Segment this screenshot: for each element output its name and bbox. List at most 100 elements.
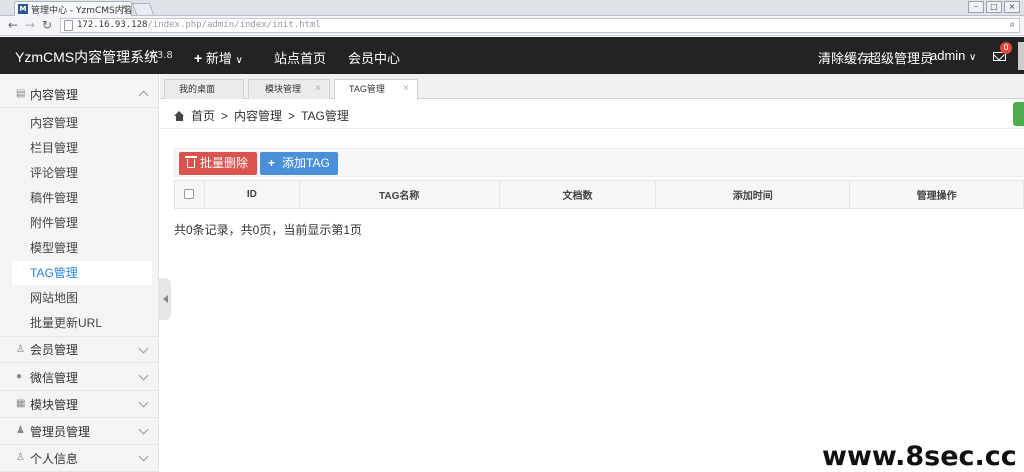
page-tabs: 我的桌面 模块管理 × TAG管理 ×	[160, 74, 1024, 100]
version-label: V3.8	[150, 50, 173, 61]
wechat-icon: ●	[16, 371, 23, 382]
breadcrumb-separator: >	[221, 108, 229, 123]
new-menu[interactable]: + 新增 ∨	[194, 48, 243, 67]
sidebar-group-label: 微信管理	[30, 370, 79, 385]
close-icon[interactable]: ×	[315, 80, 321, 98]
tab-label: 我的桌面	[179, 84, 216, 94]
chevron-up-icon	[138, 90, 149, 101]
column-header-actions: 管理操作	[849, 180, 1024, 209]
grid-icon: ▦	[16, 398, 26, 409]
window-controls: – □ ×	[968, 1, 1020, 13]
top-navbar: YzmCMS内容管理系统 V3.8 + 新增 ∨ 站点首页 会员中心 清除缓存 …	[0, 37, 1024, 74]
trash-icon	[185, 156, 197, 168]
chevron-down-icon	[138, 424, 149, 435]
user-menu[interactable]: admin ∨	[930, 48, 976, 63]
back-icon[interactable]: ←	[8, 18, 18, 32]
window-close-icon[interactable]: ×	[1004, 1, 1020, 13]
table-header-row: ID TAG名称 文档数 添加时间 管理操作	[174, 180, 1024, 209]
breadcrumb: 首页 > 内容管理 > TAG管理	[174, 107, 349, 124]
tab-module[interactable]: 模块管理 ×	[248, 79, 330, 99]
scrollbar[interactable]	[1018, 42, 1024, 70]
tag-table: ID TAG名称 文档数 添加时间 管理操作	[174, 180, 1024, 209]
sidebar-item-draft[interactable]: 稿件管理	[12, 186, 152, 210]
divider	[160, 128, 1024, 129]
url-path: /index.php/admin/index/init.html	[147, 20, 321, 30]
tab-tag[interactable]: TAG管理 ×	[334, 79, 418, 100]
chevron-down-icon	[138, 370, 149, 381]
select-all-cell	[174, 180, 205, 209]
select-all-checkbox[interactable]	[184, 189, 195, 200]
message-count-badge: 0	[1000, 42, 1012, 54]
column-header-id[interactable]: ID	[203, 180, 300, 209]
breadcrumb-home[interactable]: 首页	[191, 107, 215, 124]
site-home-link[interactable]: 站点首页	[274, 48, 326, 67]
tab-label: TAG管理	[349, 84, 385, 94]
tab-desktop[interactable]: 我的桌面	[164, 79, 244, 99]
app-logo[interactable]: YzmCMS内容管理系统	[15, 47, 158, 67]
new-menu-label: 新增	[205, 51, 232, 66]
sidebar: ▤ 内容管理 内容管理 栏目管理 评论管理 稿件管理 附件管理 模型管理 TAG…	[0, 74, 159, 472]
sidebar-item-model[interactable]: 模型管理	[12, 236, 152, 260]
clear-cache-link[interactable]: 清除缓存	[818, 48, 870, 67]
column-header-doc-count[interactable]: 文档数	[498, 180, 657, 209]
zoom-icon[interactable]: ⌕	[1009, 19, 1015, 32]
sidebar-item-category[interactable]: 栏目管理	[12, 136, 152, 160]
new-tab-button[interactable]	[131, 3, 155, 15]
sidebar-group-label: 个人信息	[30, 451, 79, 466]
sidebar-item-tag[interactable]: TAG管理	[12, 261, 152, 285]
column-header-tag-name[interactable]: TAG名称	[298, 180, 500, 209]
member-center-link[interactable]: 会员中心	[348, 48, 400, 67]
home-icon	[174, 110, 185, 121]
add-tag-label: 添加TAG	[282, 156, 330, 170]
pagination-summary: 共0条记录，共0页，当前显示第1页	[174, 223, 363, 237]
breadcrumb-content[interactable]: 内容管理	[234, 107, 282, 124]
reload-icon[interactable]: ↻	[42, 18, 52, 32]
sidebar-group-label: 管理员管理	[30, 424, 91, 439]
breadcrumb-separator: >	[288, 108, 296, 123]
browser-tabstrip: M 管理中心 - YzmCMS内容管 × – □ ×	[0, 0, 1024, 16]
column-header-add-time[interactable]: 添加时间	[655, 180, 851, 209]
batch-delete-button[interactable]: 批量删除	[179, 152, 257, 175]
sidebar-item-update-url[interactable]: 批量更新URL	[12, 311, 152, 335]
maximize-icon[interactable]: □	[986, 1, 1002, 13]
sidebar-group-admin[interactable]: ♟ 管理员管理	[0, 418, 159, 445]
user-icon: ♙	[16, 343, 25, 355]
watermark: www.8sec.cc	[822, 441, 1017, 472]
sidebar-item-content[interactable]: 内容管理	[12, 111, 152, 135]
url-input[interactable]: 172.16.93.128/index.php/admin/index/init…	[60, 18, 1020, 33]
url-host: 172.16.93.128	[77, 20, 148, 30]
chevron-down-icon	[138, 451, 149, 462]
sidebar-item-sitemap[interactable]: 网站地图	[12, 286, 152, 310]
sidebar-group-wechat[interactable]: ● 微信管理	[0, 364, 159, 391]
sidebar-item-attachment[interactable]: 附件管理	[12, 211, 152, 235]
chevron-down-icon: ∨	[235, 55, 243, 66]
plus-icon: +	[268, 156, 276, 170]
sidebar-group-content[interactable]: ▤ 内容管理	[0, 81, 159, 108]
list-icon: ▤	[16, 88, 26, 99]
add-tag-button[interactable]: + 添加TAG	[260, 152, 338, 175]
refresh-button[interactable]	[1013, 102, 1024, 126]
batch-delete-label: 批量删除	[200, 156, 249, 170]
page-icon	[64, 20, 73, 31]
close-icon[interactable]: ×	[403, 80, 409, 98]
chevron-down-icon	[138, 343, 149, 354]
chevron-down-icon: ∨	[969, 52, 977, 63]
browser-tab[interactable]: M 管理中心 - YzmCMS内容管 ×	[14, 1, 132, 16]
sidebar-item-comment[interactable]: 评论管理	[12, 161, 152, 185]
sidebar-collapse-toggle[interactable]	[159, 278, 171, 320]
plus-icon: +	[194, 50, 203, 66]
admin-icon: ♟	[16, 425, 25, 436]
sidebar-group-label: 内容管理	[30, 87, 79, 102]
sidebar-group-profile[interactable]: ♙ 个人信息	[0, 445, 159, 472]
sidebar-group-label: 会员管理	[30, 343, 79, 357]
person-icon: ♙	[16, 452, 25, 463]
address-bar-row: ← → ↻ 172.16.93.128/index.php/admin/inde…	[0, 16, 1024, 36]
close-tab-icon[interactable]: ×	[120, 3, 128, 13]
messages-button[interactable]: 0	[992, 42, 1012, 64]
chevron-down-icon	[138, 397, 149, 408]
sidebar-group-module[interactable]: ▦ 模块管理	[0, 391, 159, 418]
sidebar-group-member[interactable]: ♙ 会员管理	[0, 336, 159, 363]
minimize-icon[interactable]: –	[968, 1, 984, 13]
forward-icon[interactable]: →	[25, 18, 35, 32]
role-label: 超级管理员	[868, 51, 934, 66]
